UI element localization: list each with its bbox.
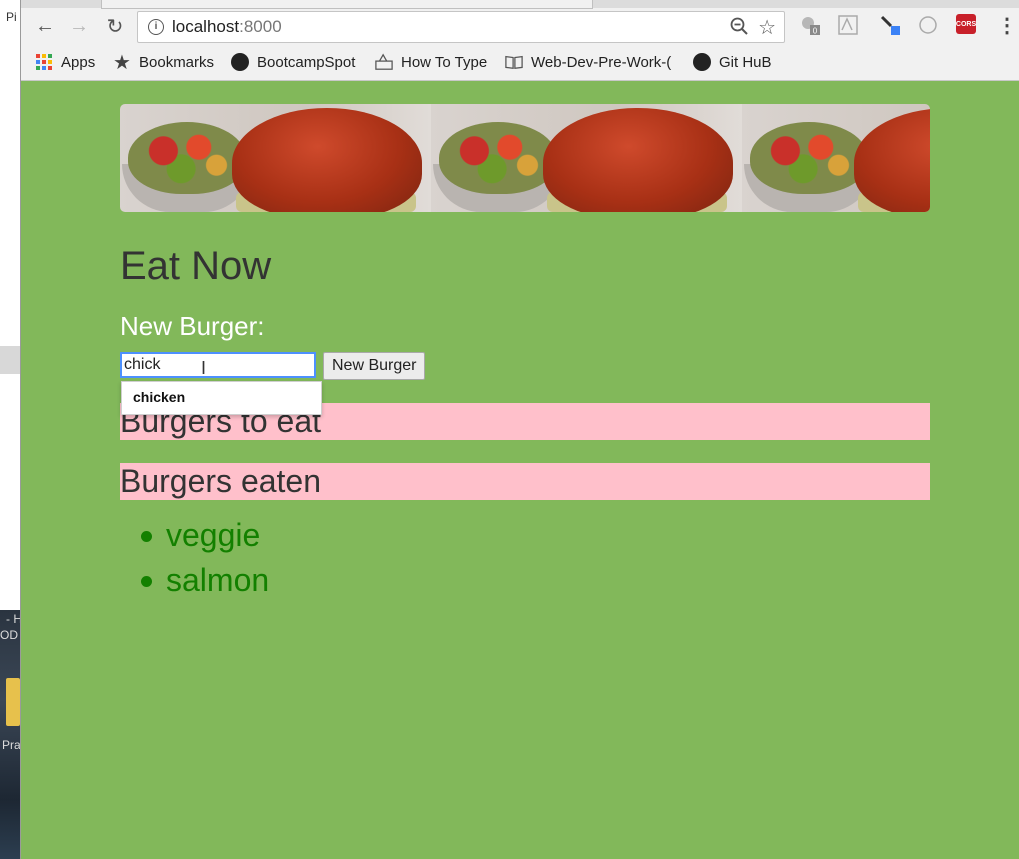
page-title: Eat Now xyxy=(120,244,272,288)
reload-icon[interactable]: ↻ xyxy=(103,14,127,38)
bullet-icon xyxy=(141,576,152,587)
desktop-highlight xyxy=(0,346,20,374)
bookmark-bookmarks[interactable]: ★ Bookmarks xyxy=(113,51,215,74)
autocomplete-dropdown[interactable]: chicken xyxy=(121,381,322,415)
list-item: veggie xyxy=(120,513,269,558)
hero-image-tile xyxy=(120,104,431,212)
hero-image-tile xyxy=(742,104,930,212)
bookmark-star-icon[interactable]: ☆ xyxy=(758,15,776,40)
bookmark-label: How To Type xyxy=(401,53,488,71)
bookmark-label: Git HuB xyxy=(719,53,772,71)
burger-name-input[interactable] xyxy=(120,352,316,378)
desktop-task-sub: OD xyxy=(0,628,18,642)
browser-toolbar: ← → ↻ i localhost:8000 ☆ 0 CORS ⋮ Apps ★… xyxy=(21,0,1019,81)
hero-image-tile xyxy=(431,104,742,212)
info-icon[interactable]: i xyxy=(148,19,164,35)
bookmarks-bar: Apps ★ Bookmarks BootcampSpot How To Typ… xyxy=(21,48,1019,76)
github-icon xyxy=(231,53,249,71)
desktop-folder-label: Pra xyxy=(2,738,21,752)
github-icon xyxy=(693,53,711,71)
bookmark-label: Web-Dev-Pre-Work-( xyxy=(531,53,672,71)
pdf-extension-icon[interactable] xyxy=(837,14,859,36)
bullet-icon xyxy=(141,531,152,542)
desktop-window-label: Pi xyxy=(6,10,17,24)
url-text[interactable]: localhost:8000 xyxy=(172,17,282,37)
address-bar[interactable]: i localhost:8000 ☆ xyxy=(137,11,785,43)
autocomplete-option[interactable]: chicken xyxy=(133,389,185,405)
forward-arrow-icon[interactable]: → xyxy=(67,14,91,38)
star-icon: ★ xyxy=(113,51,131,74)
bookmark-bootcampspot[interactable]: BootcampSpot xyxy=(231,52,355,72)
folder-icon[interactable] xyxy=(6,678,20,726)
typing-icon xyxy=(375,53,393,71)
eyedropper-extension-icon[interactable] xyxy=(879,14,901,36)
puzzle-extension-icon[interactable]: 0 xyxy=(799,14,821,36)
book-icon xyxy=(505,53,523,71)
tab-active[interactable] xyxy=(101,0,593,9)
bookmark-label: BootcampSpot xyxy=(257,53,356,71)
bookmark-how-to-type[interactable]: How To Type xyxy=(375,52,487,72)
bookmark-label: Bookmarks xyxy=(139,53,215,71)
desktop-background xyxy=(0,0,22,859)
text-cursor-icon: I xyxy=(201,358,207,378)
browser-menu-icon[interactable]: ⋮ xyxy=(996,14,1018,37)
circle-extension-icon[interactable] xyxy=(917,14,939,36)
cors-extension-icon[interactable]: CORS xyxy=(956,14,976,34)
bookmark-git-hub[interactable]: Git HuB xyxy=(693,52,772,72)
new-burger-label: New Burger: xyxy=(120,311,265,341)
eaten-burger-name: salmon xyxy=(166,562,270,598)
tab-strip xyxy=(21,0,1019,9)
bookmark-label: Apps xyxy=(61,53,96,71)
eaten-burger-list: veggie salmon xyxy=(120,513,269,603)
eaten-burger-name: veggie xyxy=(166,517,261,553)
burger-hero-banner xyxy=(120,104,930,212)
browser-window: ← → ↻ i localhost:8000 ☆ 0 CORS ⋮ Apps ★… xyxy=(20,0,1019,859)
bookmark-web-dev[interactable]: Web-Dev-Pre-Work-( xyxy=(505,52,671,72)
burgers-eaten-heading: Burgers eaten xyxy=(120,463,930,500)
list-item: salmon xyxy=(120,558,269,603)
bookmark-apps[interactable]: Apps xyxy=(35,52,95,72)
back-arrow-icon[interactable]: ← xyxy=(33,14,57,38)
page-content: Eat Now New Burger: I New Burger chicken… xyxy=(21,81,1019,859)
apps-grid-icon xyxy=(35,53,53,71)
new-burger-button[interactable]: New Burger xyxy=(323,352,426,380)
zoom-out-icon[interactable] xyxy=(730,17,748,35)
extension-badge: 0 xyxy=(813,27,818,36)
